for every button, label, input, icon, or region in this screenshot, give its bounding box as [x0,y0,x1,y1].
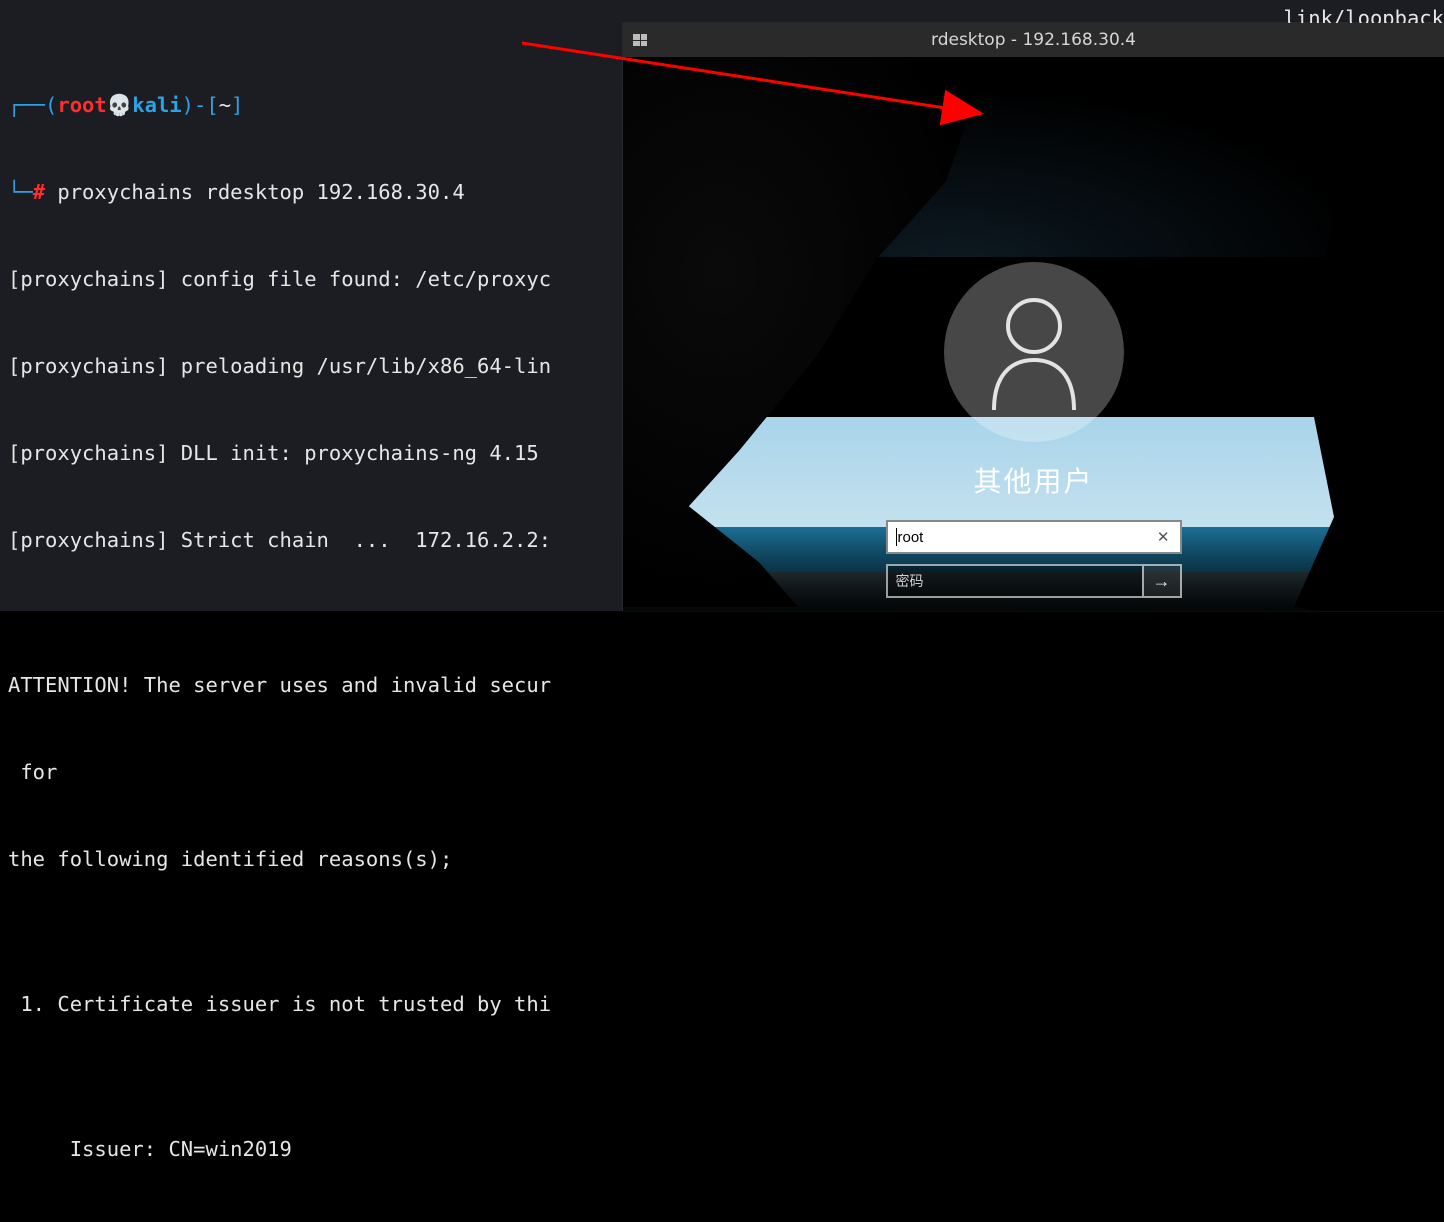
window-title: rdesktop - 192.168.30.4 [623,30,1444,50]
login-area: 其他用户 root ✕ 密码 → [884,262,1184,598]
submit-login-button[interactable]: → [1142,564,1182,598]
arrow-right-icon: → [1153,571,1171,592]
remote-desktop-content[interactable]: 其他用户 root ✕ 密码 → [623,57,1444,611]
terminal-output-line: ATTENTION! The server uses and invalid s… [8,671,1436,700]
password-placeholder: 密码 [896,571,924,591]
titlebar[interactable]: rdesktop - 192.168.30.4 [623,23,1444,57]
window-icon [633,34,647,46]
terminal-output-line: 1. Certificate issuer is not trusted by … [8,990,1436,1019]
text-caret [896,528,897,546]
other-user-label: 其他用户 [884,460,1184,500]
user-icon [979,292,1089,412]
password-input[interactable]: 密码 [886,564,1142,598]
terminal-output-line: for [8,758,1436,787]
avatar [944,262,1124,442]
clear-username-button[interactable]: ✕ [1153,528,1174,546]
username-input[interactable]: root ✕ [886,520,1182,554]
terminal-output-line: the following identified reasons(s); [8,845,1436,874]
rdesktop-window[interactable]: rdesktop - 192.168.30.4 其他用户 root ✕ [623,23,1444,611]
terminal-output-line: Issuer: CN=win2019 [8,1135,1436,1164]
username-value: root [898,529,1153,546]
